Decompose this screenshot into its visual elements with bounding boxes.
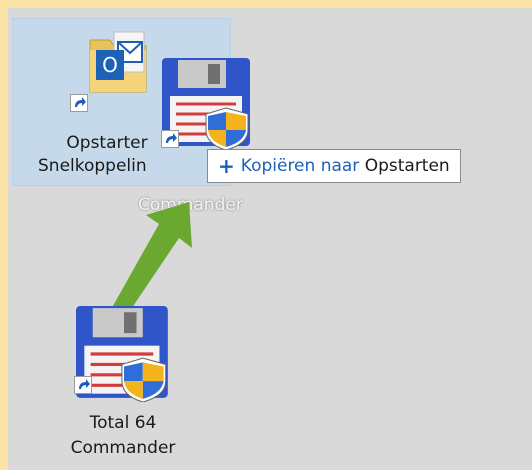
icon-label-line2: Commander xyxy=(70,438,176,458)
icon-label-line1: Total 64 xyxy=(89,413,157,433)
desktop[interactable]: O Opstarter Snelkoppelin Commander + Kop… xyxy=(8,8,532,470)
shortcut-arrow-icon xyxy=(74,376,92,394)
